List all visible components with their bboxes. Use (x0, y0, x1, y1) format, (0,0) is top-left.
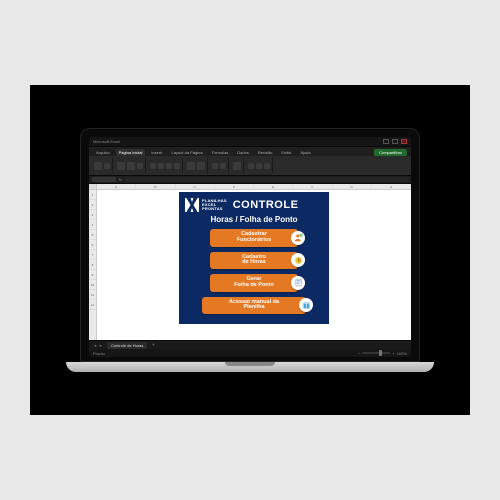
ribbon-tab[interactable]: Página Inicial (116, 149, 146, 156)
add-sheet-button[interactable]: ＋ (151, 342, 155, 348)
formula-input[interactable] (125, 177, 408, 182)
excel-x-icon (185, 198, 199, 212)
ribbon-button[interactable] (104, 163, 110, 169)
sheet-tab-strip: ◄ ► Controle de Horas ＋ (89, 340, 411, 349)
ribbon-button[interactable] (158, 163, 164, 169)
laptop-base (66, 362, 434, 372)
row-header[interactable]: 11 (89, 290, 96, 300)
close-button[interactable] (401, 139, 407, 144)
user-plus-icon (291, 231, 305, 245)
zoom-level: 100% (397, 351, 407, 356)
zoom-out-button[interactable]: − (358, 351, 360, 356)
laptop-frame: Microsoft Excel Arquivo Página Inicial I… (80, 128, 420, 362)
column-header[interactable]: F (293, 184, 332, 189)
column-header[interactable]: G (333, 184, 372, 189)
ribbon (89, 156, 411, 176)
ribbon-tab[interactable]: Dados (234, 149, 252, 156)
row-header[interactable]: 6 (89, 240, 96, 250)
row-header[interactable]: 2 (89, 200, 96, 210)
button-label: Planilha (206, 305, 302, 311)
ribbon-tab[interactable]: Arquivo (93, 149, 113, 156)
ribbon-button[interactable] (187, 162, 195, 170)
ribbon-tab[interactable]: Layout da Página (168, 149, 205, 156)
cells-area[interactable]: PLANILHAS EXCEL PRONTAS CONTROLE Horas /… (97, 190, 411, 340)
ribbon-button[interactable] (94, 162, 102, 170)
menu-button-cadastro-horas[interactable]: Cadastro de Horas (210, 252, 298, 270)
brand-line: PRONTAS (202, 207, 227, 211)
window-titlebar: Microsoft Excel (89, 137, 411, 147)
column-header[interactable]: C (176, 184, 215, 189)
sheet-nav-prev-icon[interactable]: ◄ (93, 343, 97, 348)
button-label: de Horas (214, 260, 294, 266)
document-icon (291, 276, 305, 290)
status-text: Pronto (93, 351, 105, 356)
ribbon-button[interactable] (174, 163, 180, 169)
select-all-corner[interactable] (89, 184, 97, 189)
ribbon-tab[interactable]: Fórmulas (209, 149, 232, 156)
row-header[interactable]: 9 (89, 270, 96, 280)
button-label: Folha de Ponto (214, 283, 294, 289)
share-button[interactable]: Compartilhar (374, 149, 407, 156)
ribbon-tab[interactable]: Inserir (148, 149, 165, 156)
row-header[interactable]: 8 (89, 260, 96, 270)
ribbon-button[interactable] (150, 163, 156, 169)
zoom-in-button[interactable]: + (392, 351, 394, 356)
row-header[interactable]: 4 (89, 220, 96, 230)
row-header[interactable]: 10 (89, 280, 96, 290)
sheet-nav-next-icon[interactable]: ► (99, 343, 103, 348)
row-header[interactable]: 5 (89, 230, 96, 240)
button-label: Funcionários (214, 238, 294, 244)
panel-title: CONTROLE (233, 199, 299, 211)
column-header[interactable]: E (254, 184, 293, 189)
row-header[interactable]: 3 (89, 210, 96, 220)
ribbon-button[interactable] (248, 163, 254, 169)
row-header[interactable]: 1 (89, 190, 96, 200)
column-header[interactable]: H (372, 184, 411, 189)
ribbon-button[interactable] (197, 162, 205, 170)
maximize-button[interactable] (392, 139, 398, 144)
menu-button-manual[interactable]: Acessar manual da Planilha (202, 297, 306, 315)
ribbon-button[interactable] (212, 163, 218, 169)
menu-button-cadastrar-funcionarios[interactable]: Cadastrar Funcionários (210, 229, 298, 247)
ribbon-button[interactable] (220, 163, 226, 169)
laptop-mockup: Microsoft Excel Arquivo Página Inicial I… (80, 128, 420, 372)
ribbon-button[interactable] (233, 162, 241, 170)
menu-button-gerar-folha[interactable]: Gerar Folha de Ponto (210, 274, 298, 292)
ribbon-tab[interactable]: Exibir (278, 149, 294, 156)
app-title: Microsoft Excel (93, 139, 120, 144)
ribbon-tab[interactable]: Ajuda (297, 149, 313, 156)
menu-panel: PLANILHAS EXCEL PRONTAS CONTROLE Horas /… (179, 192, 329, 324)
clock-icon (291, 253, 305, 267)
panel-subtitle: Horas / Folha de Ponto (185, 215, 323, 224)
ribbon-button[interactable] (264, 163, 270, 169)
name-box[interactable] (92, 177, 116, 182)
row-header[interactable]: 7 (89, 250, 96, 260)
stage: Microsoft Excel Arquivo Página Inicial I… (30, 85, 470, 415)
status-bar: Pronto − + 100% (89, 349, 411, 357)
ribbon-button[interactable] (117, 162, 125, 170)
ribbon-button[interactable] (137, 163, 143, 169)
brand-logo: PLANILHAS EXCEL PRONTAS (185, 198, 227, 212)
sheet-tab[interactable]: Controle de Horas (107, 342, 147, 349)
laptop-notch (225, 362, 275, 366)
book-icon (299, 298, 313, 312)
excel-window: Microsoft Excel Arquivo Página Inicial I… (89, 137, 411, 357)
zoom-slider[interactable] (362, 352, 390, 354)
ribbon-tab-strip: Arquivo Página Inicial Inserir Layout da… (89, 147, 411, 156)
fx-icon: fx (119, 177, 122, 182)
ribbon-button[interactable] (166, 163, 172, 169)
ribbon-button[interactable] (127, 162, 135, 170)
formula-bar: fx (89, 176, 411, 184)
ribbon-button[interactable] (256, 163, 262, 169)
column-header[interactable]: B (136, 184, 175, 189)
column-header[interactable]: A (97, 184, 136, 189)
spreadsheet-grid[interactable]: A B C D E F G H 1 2 3 4 (89, 184, 411, 340)
row-header[interactable]: 12 (89, 300, 96, 310)
minimize-button[interactable] (383, 139, 389, 144)
ribbon-tab[interactable]: Revisão (255, 149, 275, 156)
column-header[interactable]: D (215, 184, 254, 189)
